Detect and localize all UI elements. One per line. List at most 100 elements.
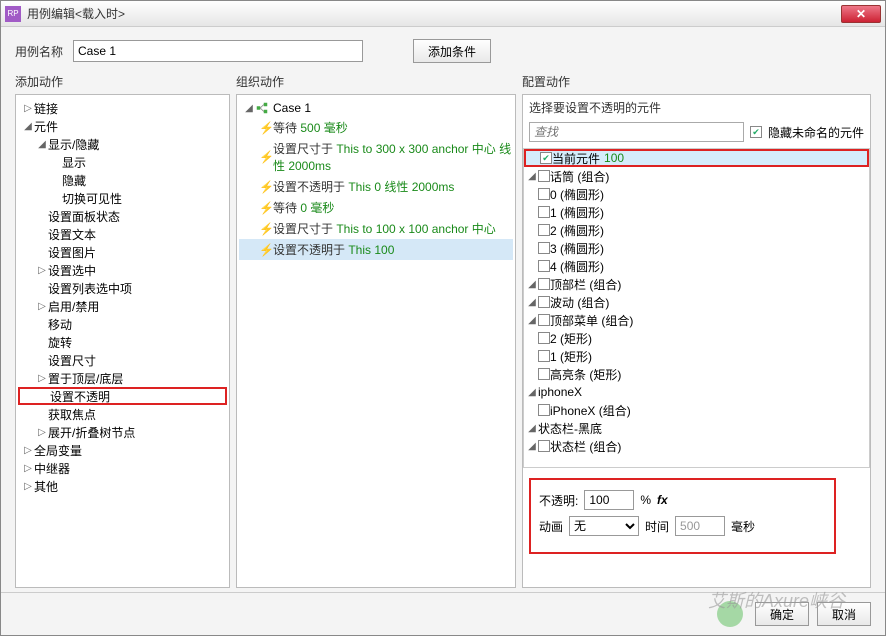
add-action-tree: ▷链接◢元件◢显示/隐藏显示隐藏切换可见性设置面板状态设置文本设置图片▷设置选中…: [15, 94, 230, 588]
widget-checkbox[interactable]: [538, 260, 550, 272]
opacity-pct: %: [640, 493, 651, 507]
widget-search-input[interactable]: [529, 122, 744, 142]
widget-checkbox[interactable]: [538, 404, 550, 416]
widget-list-item[interactable]: 3 (椭圆形): [524, 239, 869, 257]
case-action-item[interactable]: ⚡设置尺寸于 This to 300 x 300 anchor 中心 线性 20…: [239, 138, 513, 176]
widget-checkbox[interactable]: [538, 296, 550, 308]
widget-list-item[interactable]: 高亮条 (矩形): [524, 365, 869, 383]
organize-box: ◢ Case 1 ⚡等待 500 毫秒⚡设置尺寸于 This to 300 x …: [236, 94, 516, 588]
case-action-item[interactable]: ⚡设置不透明于 This 0 线性 2000ms: [239, 176, 513, 197]
anim-label: 动画: [539, 518, 563, 535]
action-tree-item[interactable]: ▷其他: [18, 477, 227, 495]
widget-list-item[interactable]: 1 (矩形): [524, 347, 869, 365]
action-tree-item[interactable]: 获取焦点: [18, 405, 227, 423]
action-tree-item[interactable]: ◢显示/隐藏: [18, 135, 227, 153]
action-tree-item[interactable]: ▷链接: [18, 99, 227, 117]
widget-checkbox[interactable]: [538, 368, 550, 380]
widget-list-item[interactable]: iPhoneX (组合): [524, 401, 869, 419]
time-input[interactable]: [675, 516, 725, 536]
case-icon: [255, 101, 269, 115]
action-tree-item[interactable]: 旋转: [18, 333, 227, 351]
action-tree-item[interactable]: 设置图片: [18, 243, 227, 261]
widget-list-item[interactable]: 2 (椭圆形): [524, 221, 869, 239]
case-action-item[interactable]: ⚡等待 0 毫秒: [239, 197, 513, 218]
action-tree-item[interactable]: 隐藏: [18, 171, 227, 189]
widget-list-item[interactable]: ◢状态栏-黑底: [524, 419, 869, 437]
action-tree-item[interactable]: 设置不透明: [18, 387, 227, 405]
organize-header: 组织动作: [236, 71, 516, 94]
case-action-item[interactable]: ⚡设置尺寸于 This to 100 x 100 anchor 中心: [239, 218, 513, 239]
hide-unnamed-label: 隐藏未命名的元件: [768, 124, 864, 141]
add-action-header: 添加动作: [15, 71, 230, 94]
widget-checkbox[interactable]: [538, 170, 550, 182]
widget-checkbox[interactable]: [538, 314, 550, 326]
action-tree-item[interactable]: ▷启用/禁用: [18, 297, 227, 315]
widget-checkbox[interactable]: [538, 278, 550, 290]
case-action-item[interactable]: ⚡设置不透明于 This 100: [239, 239, 513, 260]
action-tree-item[interactable]: 切换可见性: [18, 189, 227, 207]
anim-select[interactable]: 无: [569, 516, 639, 536]
titlebar: RP 用例编辑<载入时> ✕: [1, 1, 885, 27]
watermark-icon: [717, 601, 743, 627]
case-action-item[interactable]: ⚡等待 500 毫秒: [239, 117, 513, 138]
footer: 艾斯的Axure峡谷 确定 取消: [1, 592, 885, 635]
widget-list-item[interactable]: 2 (矩形): [524, 329, 869, 347]
widget-list-item[interactable]: ◢ 顶部栏 (组合): [524, 275, 869, 293]
widget-checkbox[interactable]: ✔: [540, 152, 552, 164]
widget-list-item[interactable]: ✔ 当前元件100: [524, 149, 869, 167]
widget-list-item[interactable]: ◢iphoneX: [524, 383, 869, 401]
opacity-input[interactable]: [584, 490, 634, 510]
configure-box: 选择要设置不透明的元件 ✔ 隐藏未命名的元件 ✔ 当前元件100◢ 话筒 (组合…: [522, 94, 871, 588]
time-label: 时间: [645, 518, 669, 535]
hide-unnamed-checkbox[interactable]: ✔: [750, 126, 762, 138]
action-tree-item[interactable]: 设置尺寸: [18, 351, 227, 369]
ok-button[interactable]: 确定: [755, 602, 809, 626]
bolt-icon: ⚡: [259, 150, 269, 164]
bolt-icon: ⚡: [259, 243, 269, 257]
action-tree-item[interactable]: 设置文本: [18, 225, 227, 243]
bolt-icon: ⚡: [259, 201, 269, 215]
widget-checkbox[interactable]: [538, 242, 550, 254]
case-name-input[interactable]: [73, 40, 363, 62]
action-tree-item[interactable]: ◢元件: [18, 117, 227, 135]
widget-list-item[interactable]: 1 (椭圆形): [524, 203, 869, 221]
opacity-label: 不透明:: [539, 492, 578, 509]
bolt-icon: ⚡: [259, 121, 269, 135]
action-tree-item[interactable]: 设置列表选中项: [18, 279, 227, 297]
action-tree-item[interactable]: ▷中继器: [18, 459, 227, 477]
widget-checkbox[interactable]: [538, 440, 550, 452]
case-name-label: 用例名称: [15, 43, 63, 60]
widget-list-item[interactable]: 0 (椭圆形): [524, 185, 869, 203]
bolt-icon: ⚡: [259, 222, 269, 236]
time-unit: 毫秒: [731, 518, 755, 535]
case-label: Case 1: [273, 101, 311, 115]
widget-list-item[interactable]: 4 (椭圆形): [524, 257, 869, 275]
action-tree-item[interactable]: 移动: [18, 315, 227, 333]
app-icon: RP: [5, 6, 21, 22]
widget-checkbox[interactable]: [538, 332, 550, 344]
dialog: RP 用例编辑<载入时> ✕ 用例名称 添加条件 添加动作 ▷链接◢元件◢显示/…: [0, 0, 886, 636]
action-tree-item[interactable]: ▷展开/折叠树节点: [18, 423, 227, 441]
action-tree-item[interactable]: ▷置于顶层/底层: [18, 369, 227, 387]
widget-list-item[interactable]: ◢ 波动 (组合): [524, 293, 869, 311]
widget-checkbox[interactable]: [538, 206, 550, 218]
widget-list: ✔ 当前元件100◢ 话筒 (组合) 0 (椭圆形) 1 (椭圆形) 2 (椭圆…: [523, 148, 870, 468]
close-button[interactable]: ✕: [841, 5, 881, 23]
action-tree-item[interactable]: ▷全局变量: [18, 441, 227, 459]
case-node[interactable]: ◢ Case 1: [239, 99, 513, 117]
widget-list-item[interactable]: ◢ 话筒 (组合): [524, 167, 869, 185]
cancel-button[interactable]: 取消: [817, 602, 871, 626]
widget-checkbox[interactable]: [538, 224, 550, 236]
fx-button[interactable]: fx: [657, 493, 668, 507]
widget-checkbox[interactable]: [538, 350, 550, 362]
action-tree-item[interactable]: 显示: [18, 153, 227, 171]
widget-list-item[interactable]: ◢ 顶部菜单 (组合): [524, 311, 869, 329]
add-condition-button[interactable]: 添加条件: [413, 39, 491, 63]
bolt-icon: ⚡: [259, 180, 269, 194]
select-widgets-label: 选择要设置不透明的元件: [523, 95, 870, 120]
widget-list-item[interactable]: ◢ 状态栏 (组合): [524, 437, 869, 455]
window-title: 用例编辑<载入时>: [27, 5, 841, 22]
widget-checkbox[interactable]: [538, 188, 550, 200]
action-tree-item[interactable]: ▷设置选中: [18, 261, 227, 279]
action-tree-item[interactable]: 设置面板状态: [18, 207, 227, 225]
